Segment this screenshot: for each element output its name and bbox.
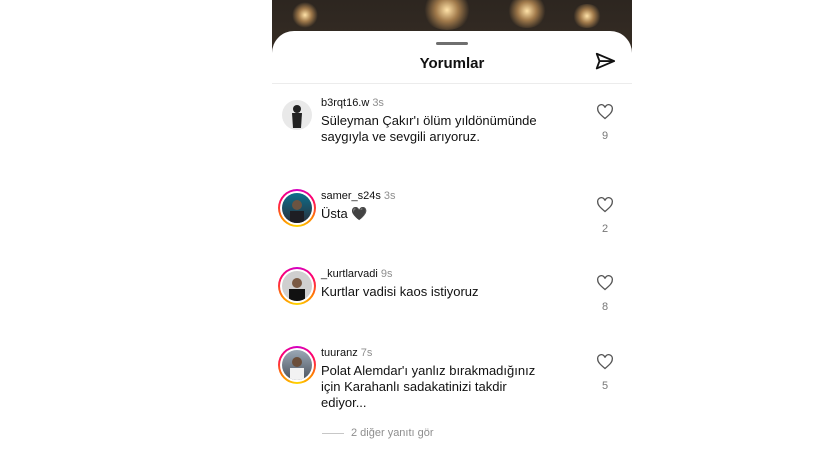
comment-meta: _kurtlarvadi 9s xyxy=(321,267,392,281)
username[interactable]: _kurtlarvadi xyxy=(321,268,378,280)
like-count: 5 xyxy=(601,380,609,392)
sheet-header: Yorumlar xyxy=(272,31,632,84)
timestamp: 3s xyxy=(372,97,384,109)
comment-meta: samer_s24s 3s xyxy=(321,189,396,203)
comment-text: Üsta 🖤 xyxy=(321,206,368,221)
comments-sheet: Yorumlar b3rqt16.w 3s Süleyman Çakır'ı öl… xyxy=(272,31,632,461)
timestamp: 9s xyxy=(380,268,393,280)
like-count: 2 xyxy=(601,223,609,235)
send-icon[interactable] xyxy=(594,51,616,73)
avatar[interactable] xyxy=(278,189,316,227)
timestamp: 7s xyxy=(360,347,373,359)
sheet-title: Yorumlar xyxy=(419,55,485,72)
replies-divider xyxy=(322,432,344,434)
comment-text: Kurtlar vadisi kaos istiyoruz xyxy=(321,284,479,299)
username[interactable]: samer_s24s xyxy=(321,190,381,202)
heart-outline-icon[interactable] xyxy=(596,354,614,370)
like-count: 9 xyxy=(601,130,609,142)
comment-item: _kurtlarvadi 9s Kurtlar vadisi kaos istiy… xyxy=(272,267,632,337)
view-replies-button[interactable]: 2 diğer yanıtı gör xyxy=(322,427,434,439)
timestamp: 3s xyxy=(383,190,396,202)
comment-item: samer_s24s 3s Üsta 🖤 2 xyxy=(272,189,632,259)
phone-screen: Yorumlar b3rqt16.w 3s Süleyman Çakır'ı öl… xyxy=(272,0,632,461)
comment-item: b3rqt16.w 3s Süleyman Çakır'ı ölüm yıldön… xyxy=(272,96,632,166)
heart-outline-icon[interactable] xyxy=(596,275,614,291)
avatar[interactable] xyxy=(278,346,316,384)
view-replies-label: 2 diğer yanıtı gör xyxy=(351,427,434,439)
username[interactable]: tuuranz xyxy=(321,347,358,359)
like-count: 8 xyxy=(601,301,609,313)
heart-outline-icon[interactable] xyxy=(596,197,614,213)
comment-meta: b3rqt16.w 3s xyxy=(321,96,384,110)
username[interactable]: b3rqt16.w xyxy=(321,97,369,109)
avatar[interactable] xyxy=(278,267,316,305)
heart-outline-icon[interactable] xyxy=(596,104,614,120)
comment-meta: tuuranz 7s xyxy=(321,346,372,360)
comment-text: Polat Alemdar'ı yanlız bırakmadığınız iç… xyxy=(321,363,536,410)
comment-text: Süleyman Çakır'ı ölüm yıldönümünde saygı… xyxy=(321,113,537,144)
comment-item: tuuranz 7s Polat Alemdar'ı yanlız bırakma… xyxy=(272,346,632,416)
avatar[interactable] xyxy=(278,96,316,134)
